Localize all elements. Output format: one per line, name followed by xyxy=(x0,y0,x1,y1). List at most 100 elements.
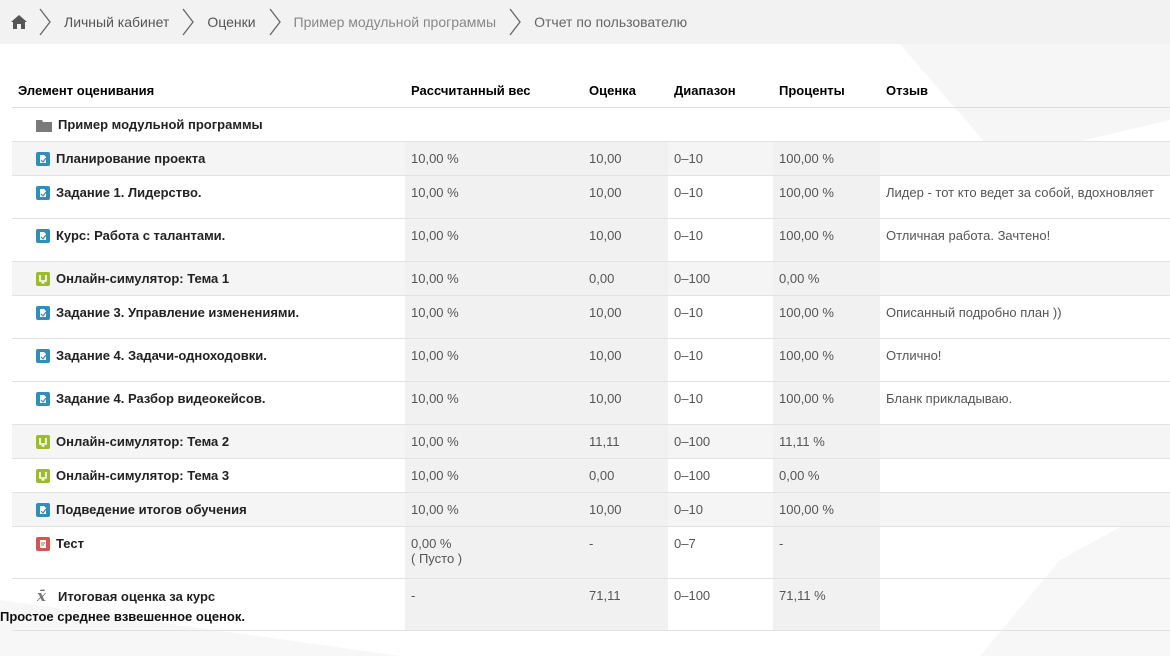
column-header-grade: Оценка xyxy=(583,73,668,108)
range-cell: 0–10 xyxy=(668,141,773,176)
assignment-icon xyxy=(36,152,50,169)
table-row: Задание 4. Задачи-одноходовки. 10,00 % 10,… xyxy=(12,338,1170,382)
grade-item-cell: Курс: Работа с талантами. xyxy=(12,218,405,262)
grade-item-cell: Планирование проекта xyxy=(12,141,405,176)
grade-item-link[interactable]: Задание 3. Управление изменениями. xyxy=(56,305,299,320)
weight-cell: 10,00 % xyxy=(405,381,583,425)
grade-cell: - xyxy=(583,526,668,579)
column-header-item: Элемент оценивания xyxy=(12,73,405,108)
range-cell: 0–10 xyxy=(668,338,773,382)
breadcrumb-separator-icon xyxy=(38,0,52,44)
weight-value: 10,00 % xyxy=(411,228,459,243)
category-row: Пример модульной программы xyxy=(12,107,1170,142)
weight-value: 10,00 % xyxy=(411,185,459,200)
folder-icon xyxy=(36,118,52,135)
grade-item-link[interactable]: Онлайн-симулятор: Тема 3 xyxy=(56,468,229,483)
weight-cell: 10,00 % xyxy=(405,338,583,382)
grade-cell: 10,00 xyxy=(583,338,668,382)
feedback-cell xyxy=(880,492,1170,527)
range-cell: 0–10 xyxy=(668,218,773,262)
weight-cell: 10,00 % xyxy=(405,492,583,527)
grade-item-link[interactable]: Задание 4. Разбор видеокейсов. xyxy=(56,391,265,406)
grade-item-link[interactable]: Курс: Работа с талантами. xyxy=(56,228,225,243)
percent-cell: 100,00 % xyxy=(773,338,880,382)
breadcrumb-dashboard[interactable]: Личный кабинет xyxy=(52,14,181,30)
home-link[interactable] xyxy=(0,0,38,44)
grade-item-cell: Онлайн-симулятор: Тема 2 xyxy=(12,424,405,459)
feedback-cell: Отличная работа. Зачтено! xyxy=(880,218,1170,262)
column-header-feedback: Отзыв xyxy=(880,73,1170,108)
weight-cell: 10,00 % xyxy=(405,295,583,339)
grade-cell: 10,00 xyxy=(583,295,668,339)
percent-cell: - xyxy=(773,526,880,579)
weight-note: ( Пусто ) xyxy=(411,551,463,566)
grade-cell: 11,11 xyxy=(583,424,668,459)
table-row: Задание 1. Лидерство. 10,00 % 10,00 0–10 100… xyxy=(12,175,1170,219)
grade-item-cell: Онлайн-симулятор: Тема 3 xyxy=(12,458,405,493)
grade-item-cell: Подведение итогов обучения xyxy=(12,492,405,527)
category-name: Пример модульной программы xyxy=(58,117,263,132)
grade-item-link[interactable]: Задание 4. Задачи-одноходовки. xyxy=(56,348,267,363)
column-header-percent: Проценты xyxy=(773,73,880,108)
table-row: Подведение итогов обучения 10,00 % 10,00 0–… xyxy=(12,492,1170,527)
table-row: Онлайн-симулятор: Тема 2 10,00 % 11,11 0–10… xyxy=(12,424,1170,459)
feedback-cell xyxy=(880,141,1170,176)
assignment-icon xyxy=(36,229,50,246)
range-cell: 0–100 xyxy=(668,578,773,631)
grade-item-link[interactable]: Тест xyxy=(56,536,84,551)
percent-cell: 0,00 % xyxy=(773,458,880,493)
weight-value: 10,00 % xyxy=(411,391,459,406)
grade-cell: 10,00 xyxy=(583,218,668,262)
grade-item-link[interactable]: Онлайн-симулятор: Тема 2 xyxy=(56,434,229,449)
feedback-cell: Бланк прикладываю. xyxy=(880,381,1170,425)
breadcrumb-course[interactable]: Пример модульной программы xyxy=(282,14,509,30)
percent-cell: 100,00 % xyxy=(773,381,880,425)
svg-text:x̄: x̄ xyxy=(36,588,47,604)
grade-item-cell: Задание 3. Управление изменениями. xyxy=(12,295,405,339)
breadcrumb-separator-icon xyxy=(508,0,522,44)
breadcrumb-user-report: Отчет по пользователю xyxy=(534,14,688,30)
breadcrumb-separator-icon xyxy=(181,0,195,44)
weight-cell: 10,00 % xyxy=(405,261,583,296)
grade-item-link[interactable]: Онлайн-симулятор: Тема 1 xyxy=(56,271,229,286)
assignment-icon xyxy=(36,503,50,520)
weight-value: 10,00 % xyxy=(411,348,459,363)
breadcrumb-grades[interactable]: Оценки xyxy=(195,14,267,30)
weight-cell: 10,00 % xyxy=(405,141,583,176)
grade-item-link[interactable]: Подведение итогов обучения xyxy=(56,502,247,517)
grade-cell: 10,00 xyxy=(583,141,668,176)
grade-item-cell: Задание 1. Лидерство. xyxy=(12,175,405,219)
table-row: Онлайн-симулятор: Тема 3 10,00 % 0,00 0–100… xyxy=(12,458,1170,493)
assignment-icon xyxy=(36,306,50,323)
aggregation-method: Простое среднее взвешенное оценок. xyxy=(0,609,245,624)
grade-item-link[interactable]: Планирование проекта xyxy=(56,151,205,166)
column-header-range: Диапазон xyxy=(668,73,773,108)
weight-cell: - xyxy=(405,578,583,631)
course-total-icon: x̄ xyxy=(36,587,52,607)
range-cell: 0–10 xyxy=(668,295,773,339)
grade-cell: 10,00 xyxy=(583,175,668,219)
weight-value: 10,00 % xyxy=(411,434,459,449)
grade-item-cell: Задание 4. Разбор видеокейсов. xyxy=(12,381,405,425)
quiz-icon xyxy=(36,537,50,554)
weight-cell: 0,00 %( Пусто ) xyxy=(405,526,583,579)
weight-value: 10,00 % xyxy=(411,305,459,320)
table-row: Курс: Работа с талантами. 10,00 % 10,00 0–1… xyxy=(12,218,1170,262)
feedback-cell: Отлично! xyxy=(880,338,1170,382)
grade-item-link[interactable]: Задание 1. Лидерство. xyxy=(56,185,202,200)
feedback-cell xyxy=(880,458,1170,493)
breadcrumb: Личный кабинет Оценки Пример модульной п… xyxy=(0,0,1170,44)
grade-report-table: Элемент оценивания Рассчитанный вес Оцен… xyxy=(0,73,1170,631)
assignment-icon xyxy=(36,392,50,409)
range-cell: 0–10 xyxy=(668,492,773,527)
range-cell: 0–100 xyxy=(668,261,773,296)
weight-cell: 10,00 % xyxy=(405,458,583,493)
percent-cell: 100,00 % xyxy=(773,492,880,527)
feedback-cell xyxy=(880,526,1170,579)
table-row: Планирование проекта 10,00 % 10,00 0–10 100,… xyxy=(12,141,1170,176)
percent-cell: 71,11 % xyxy=(773,578,880,631)
feedback-cell xyxy=(880,261,1170,296)
grade-cell: 0,00 xyxy=(583,458,668,493)
grade-cell: 10,00 xyxy=(583,492,668,527)
feedback-cell: Лидер - тот кто ведет за собой, вдохновл… xyxy=(880,175,1170,219)
